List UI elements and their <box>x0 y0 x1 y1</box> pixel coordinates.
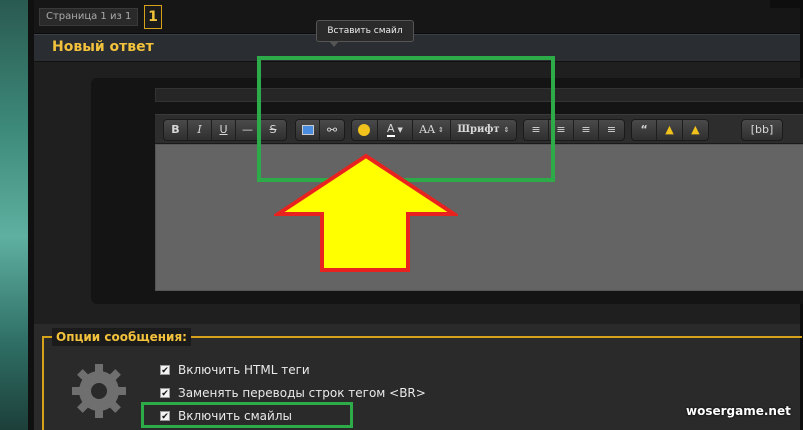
checkbox-br[interactable]: ✔ <box>160 388 170 399</box>
quote-icon: “ <box>640 123 648 136</box>
italic-button[interactable]: I <box>188 120 212 140</box>
gear-icon <box>72 364 126 418</box>
tooltip: Вставить смайл <box>316 20 414 47</box>
align-right-icon: ≡ <box>581 123 591 136</box>
option-html[interactable]: ✔ Включить HTML теги <box>160 362 310 378</box>
quote-button[interactable]: “ <box>632 120 658 140</box>
page-number-current[interactable]: 1 <box>144 5 162 29</box>
underline-button[interactable]: U <box>212 120 236 140</box>
bbcode-group: [bb] <box>741 119 783 141</box>
quote-group: “ ▲ ▲ <box>631 119 709 141</box>
warning-icon: ▲ <box>665 123 674 136</box>
arrow-up-icon <box>274 153 458 272</box>
option-br[interactable]: ✔ Заменять переводы строк тегом <BR> <box>160 385 426 401</box>
watermark: wosergame.net <box>686 404 791 418</box>
page-title: Новый ответ <box>52 39 154 55</box>
checkbox-html[interactable]: ✔ <box>160 365 170 376</box>
left-background-strip <box>0 0 34 430</box>
bold-button[interactable]: B <box>164 120 188 140</box>
green-highlight-box-options <box>141 402 353 428</box>
option-html-label: Включить HTML теги <box>178 363 310 377</box>
bbcode-toggle-button[interactable]: [bb] <box>742 120 782 140</box>
align-justify-icon: ≡ <box>606 123 617 136</box>
options-title: Опции сообщения: <box>52 328 191 346</box>
option-br-label: Заменять переводы строк тегом <BR> <box>178 386 426 400</box>
top-right-shadow <box>770 0 800 8</box>
align-justify-button[interactable]: ≡ <box>599 120 624 140</box>
hide-button[interactable]: ▲ <box>683 120 708 140</box>
pagination-label: Страница 1 из 1 <box>39 8 139 26</box>
warning-icon: ▲ <box>691 123 700 136</box>
align-center-icon: ≡ <box>556 123 566 136</box>
align-right-button[interactable]: ≡ <box>574 120 599 140</box>
pagination-bar: Страница 1 из 1 1 <box>34 0 800 34</box>
spoiler-button[interactable]: ▲ <box>657 120 683 140</box>
